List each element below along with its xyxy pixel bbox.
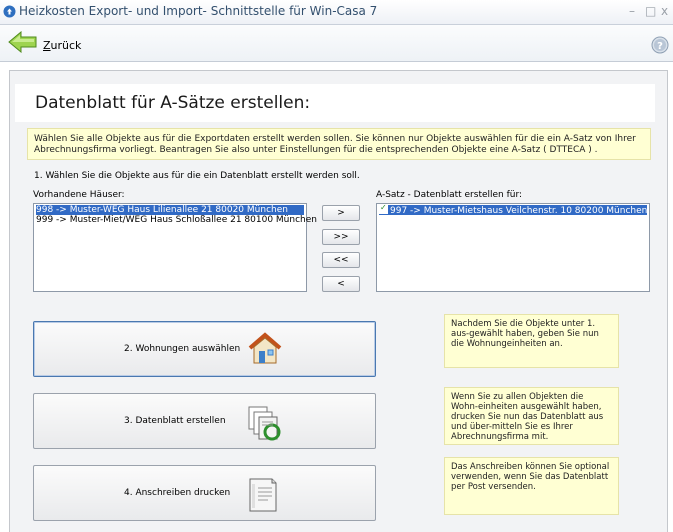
hint-print-letter: Das Anschreiben können Sie optional verw… [444,457,619,515]
available-houses-label: Vorhandene Häuser: [33,190,125,200]
documents-icon [248,406,281,441]
add-selected-button[interactable]: > [322,205,360,221]
remove-selected-button[interactable]: < [322,276,360,292]
available-houses-list[interactable]: 998 -> Muster-WEG Haus Lilienallee 21 80… [33,203,317,292]
title-bar: Heizkosten Export- und Import- Schnittst… [0,0,673,25]
maximize-button[interactable]: □ [645,4,656,18]
back-label: urück [50,39,82,52]
list-item[interactable]: 999 -> Muster-Miet/WEG Haus Schloßallee … [36,215,317,225]
toolbar: Zurück ? [0,25,673,62]
create-datasheet-button[interactable]: 3. Datenblatt erstellen [33,393,376,449]
letter-icon [249,478,277,512]
svg-text:?: ? [657,41,663,52]
print-letter-button[interactable]: 4. Anschreiben drucken [33,465,376,521]
list-item-label: 997 -> Muster-Mietshaus Veilchenstr. 10 … [390,206,648,216]
hint-create-datasheet: Wenn Sie zu allen Objekten die Wohn-einh… [444,387,619,445]
checkbox[interactable] [379,203,388,214]
selected-houses-label: A-Satz - Datenblatt erstellen für: [376,190,523,200]
minimize-button[interactable]: – [629,4,635,18]
window-title: Heizkosten Export- und Import- Schnittst… [19,4,378,18]
remove-all-button[interactable]: << [322,252,360,268]
select-apartments-button[interactable]: 2. Wohnungen auswählen [33,321,376,377]
header-panel: Datenblatt für A-Sätze erstellen: [15,84,655,122]
back-button[interactable]: Zurück [43,39,81,52]
select-apartments-label: 2. Wohnungen auswählen [124,344,241,354]
list-item[interactable]: 997 -> Muster-Mietshaus Veilchenstr. 10 … [379,203,648,216]
info-box: Wählen Sie alle Objekte aus für die Expo… [27,128,651,160]
house-icon [248,332,282,364]
selected-houses-list[interactable]: 997 -> Muster-Mietshaus Veilchenstr. 10 … [376,203,650,292]
page-title: Datenblatt für A-Sätze erstellen: [35,93,311,113]
close-button[interactable]: x [661,4,668,18]
back-arrow-icon[interactable] [8,31,38,53]
app-icon [3,5,16,18]
create-datasheet-label: 3. Datenblatt erstellen [124,416,226,426]
hint-select-apartments: Nachdem Sie die Objekte unter 1. aus-gew… [444,314,619,368]
step1-instruction: 1. Wählen Sie die Objekte aus für die ei… [34,171,360,181]
add-all-button[interactable]: >> [322,229,360,245]
print-letter-label: 4. Anschreiben drucken [124,488,231,498]
help-icon[interactable]: ? [651,36,669,54]
list-item[interactable]: 998 -> Muster-WEG Haus Lilienallee 21 80… [36,205,304,215]
back-label-accesskey: Z [43,39,51,52]
